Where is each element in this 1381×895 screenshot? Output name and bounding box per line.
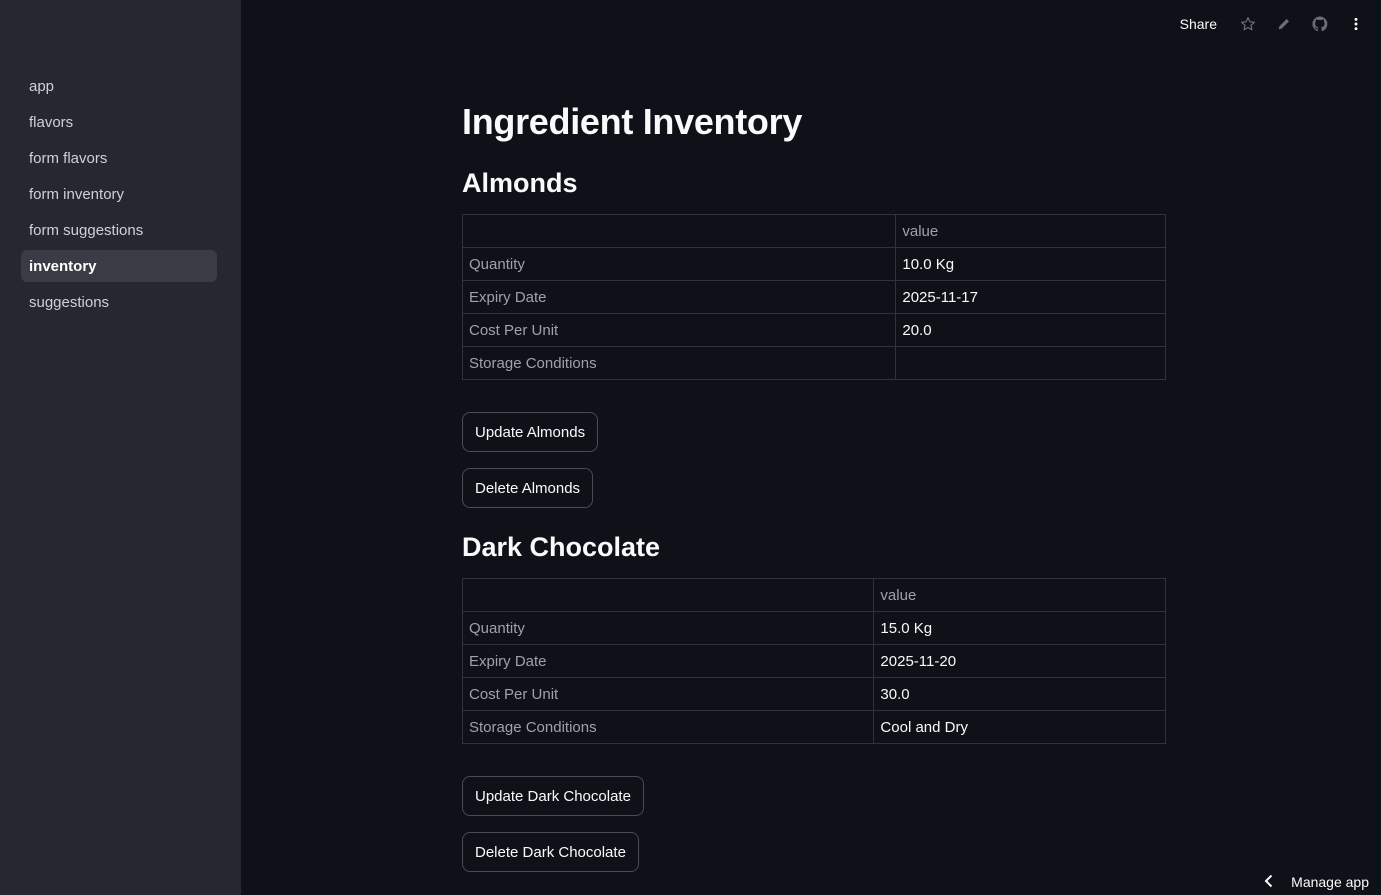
table-header-empty-cell xyxy=(461,578,875,612)
row-value: 30.0 xyxy=(873,677,1166,711)
row-value: 15.0 Kg xyxy=(873,611,1166,645)
row-label: Expiry Date xyxy=(461,644,875,678)
table-row: Cost Per Unit 30.0 xyxy=(461,677,1166,711)
row-value: Cool and Dry xyxy=(873,710,1166,744)
edit-pencil-icon[interactable] xyxy=(1273,13,1295,35)
table-row: Cost Per Unit 20.0 xyxy=(461,313,1166,347)
ingredient-section: Almonds value Quantity 10.0 Kg Expiry Da… xyxy=(461,164,1166,508)
table-column-header: value xyxy=(895,214,1166,248)
sidebar-item-inventory[interactable]: inventory xyxy=(21,250,217,282)
delete-dark-chocolate-button[interactable]: Delete Dark Chocolate xyxy=(462,832,639,872)
table-row: Storage Conditions Cool and Dry xyxy=(461,710,1166,744)
row-label: Expiry Date xyxy=(461,280,897,314)
row-label: Cost Per Unit xyxy=(461,313,897,347)
row-label: Quantity xyxy=(461,611,875,645)
sidebar-item-label: inventory xyxy=(29,257,97,275)
sidebar-item-label: form flavors xyxy=(29,149,108,167)
sidebar-item-label: form suggestions xyxy=(29,221,144,239)
table-row: Quantity 15.0 Kg xyxy=(461,611,1166,645)
sidebar-item-flavors[interactable]: flavors xyxy=(21,106,217,138)
button-container: Delete Dark Chocolate xyxy=(462,832,1166,872)
row-value xyxy=(895,346,1166,380)
row-label: Quantity xyxy=(461,247,897,281)
sidebar-item-label: app xyxy=(29,77,55,95)
page-title: Ingredient Inventory xyxy=(462,101,803,142)
table-row: Storage Conditions xyxy=(461,346,1166,380)
sidebar-item-app[interactable]: app xyxy=(21,70,217,102)
ingredient-section: Dark Chocolate value Quantity 15.0 Kg Ex… xyxy=(461,528,1166,872)
section-heading: Almonds xyxy=(462,168,578,198)
row-value: 2025-11-17 xyxy=(895,280,1166,314)
row-label: Storage Conditions xyxy=(461,710,875,744)
button-container: Update Almonds xyxy=(462,412,1166,452)
github-icon[interactable] xyxy=(1309,13,1331,35)
top-toolbar: Share xyxy=(1180,10,1367,38)
ingredient-table: value Quantity 10.0 Kg Expiry Date 2025-… xyxy=(461,214,1166,380)
sidebar-item-label: form inventory xyxy=(29,185,125,203)
update-almonds-button[interactable]: Update Almonds xyxy=(462,412,599,452)
share-button[interactable]: Share xyxy=(1180,16,1217,32)
table-row: Expiry Date 2025-11-20 xyxy=(461,644,1166,678)
sidebar-item-form-suggestions[interactable]: form suggestions xyxy=(21,214,217,246)
manage-app-button[interactable]: Manage app xyxy=(1263,873,1369,891)
manage-app-label: Manage app xyxy=(1291,874,1369,890)
update-dark-chocolate-button[interactable]: Update Dark Chocolate xyxy=(462,776,644,816)
sidebar-item-form-flavors[interactable]: form flavors xyxy=(21,142,217,174)
delete-almonds-button[interactable]: Delete Almonds xyxy=(462,468,594,508)
sidebar-item-label: suggestions xyxy=(29,293,110,311)
sidebar-item-suggestions[interactable]: suggestions xyxy=(21,286,217,318)
button-container: Update Dark Chocolate xyxy=(462,776,1166,816)
row-value: 10.0 Kg xyxy=(895,247,1166,281)
row-value: 2025-11-20 xyxy=(873,644,1166,678)
section-heading: Dark Chocolate xyxy=(462,532,661,562)
table-row: Quantity 10.0 Kg xyxy=(461,247,1166,281)
row-value: 20.0 xyxy=(895,313,1166,347)
sidebar-nav: app flavors form flavors form inventory … xyxy=(21,70,217,322)
table-row: Expiry Date 2025-11-17 xyxy=(461,280,1166,314)
table-header-row: value xyxy=(461,578,1166,612)
row-label: Storage Conditions xyxy=(461,346,897,380)
row-label: Cost Per Unit xyxy=(461,677,875,711)
ingredient-table: value Quantity 15.0 Kg Expiry Date 2025-… xyxy=(461,578,1166,744)
main-content: Ingredient Inventory Almonds value Quant… xyxy=(461,98,1166,872)
sidebar: app flavors form flavors form inventory … xyxy=(0,0,241,895)
star-icon[interactable] xyxy=(1237,13,1259,35)
more-vertical-icon[interactable] xyxy=(1345,13,1367,35)
chevron-left-icon xyxy=(1263,874,1275,891)
button-container: Delete Almonds xyxy=(462,468,1166,508)
sidebar-item-label: flavors xyxy=(29,113,74,131)
sidebar-item-form-inventory[interactable]: form inventory xyxy=(21,178,217,210)
table-header-row: value xyxy=(461,214,1166,248)
table-column-header: value xyxy=(873,578,1166,612)
table-header-empty-cell xyxy=(461,214,897,248)
